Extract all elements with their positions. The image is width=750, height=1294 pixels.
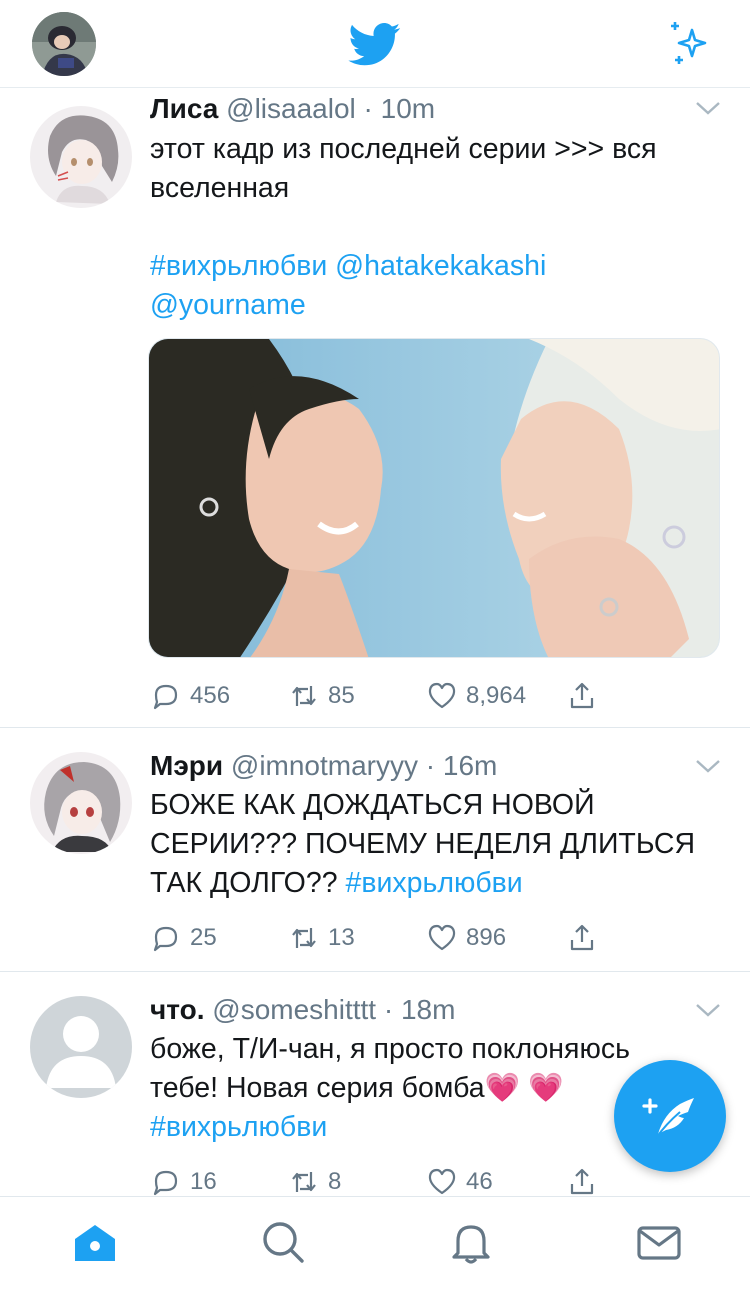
mention-link[interactable]: @hatakekakashi	[335, 250, 546, 282]
bottom-tab-bar	[0, 1196, 750, 1294]
user-handle[interactable]: @someshitttt	[212, 994, 376, 1025]
tweet-time[interactable]: 16m	[443, 750, 497, 781]
like-count: 896	[466, 924, 507, 951]
tweet-text-line: этот кадр из последней серии >>> вся	[150, 133, 657, 165]
share-button[interactable]	[566, 918, 606, 958]
hashtag-link[interactable]: #вихрьлюбви	[150, 1111, 327, 1143]
retweet-icon	[292, 1172, 316, 1192]
notifications-icon[interactable]	[446, 1217, 496, 1267]
reply-button[interactable]: 456	[150, 676, 230, 716]
tweet-time[interactable]: 18m	[401, 994, 455, 1025]
like-button[interactable]: 896	[426, 918, 506, 958]
like-count: 46	[466, 1168, 493, 1195]
compose-tweet-button[interactable]	[614, 1060, 726, 1172]
heart-icon	[428, 924, 456, 951]
user-name[interactable]: Мэри	[150, 750, 223, 781]
share-icon	[570, 1168, 594, 1195]
chevron-down-icon[interactable]	[694, 98, 722, 118]
share-button[interactable]	[566, 676, 606, 716]
tweet-header: что. @someshitttt · 18m	[150, 994, 455, 1026]
tweet[interactable]: Мэри @imnotmaryyy · 16m БОЖЕ КАК ДОЖДАТЬ…	[0, 728, 750, 972]
hashtag-link[interactable]: #вихрьлюбви	[150, 250, 327, 282]
share-icon	[570, 682, 594, 709]
tweet-text-line: вселенная	[150, 172, 290, 204]
tweet-time[interactable]: 10m	[381, 93, 435, 124]
reply-button[interactable]: 25	[150, 918, 217, 958]
tweet-text-line: БОЖЕ КАК ДОЖДАТЬСЯ НОВОЙ	[150, 789, 595, 821]
retweet-count: 8	[328, 1168, 342, 1195]
heart-icon	[428, 682, 456, 709]
tweet-actions: 25 13 896	[150, 918, 620, 958]
reply-count: 25	[190, 924, 217, 951]
search-icon[interactable]	[258, 1217, 308, 1267]
retweet-icon	[292, 928, 316, 948]
tweet-text-line: боже, Т/И-чан, я просто поклоняюсь	[150, 1033, 630, 1065]
share-icon	[570, 924, 594, 951]
meta-separator: ·	[418, 750, 443, 781]
like-count: 8,964	[466, 682, 527, 709]
top-bar	[0, 0, 750, 88]
retweet-count: 85	[328, 682, 355, 709]
tweet-header: Мэри @imnotmaryyy · 16m	[150, 750, 497, 782]
tweet[interactable]: Лиса @lisaaalol · 10m этот кадр из после…	[0, 88, 750, 728]
reply-count: 456	[190, 682, 231, 709]
tweet-text: этот кадр из последней серии >>> вся все…	[150, 130, 720, 325]
meta-separator: ·	[376, 994, 401, 1025]
user-name[interactable]: что.	[150, 994, 204, 1025]
tweet-text-line: СЕРИИ??? ПОЧЕМУ НЕДЕЛЯ ДЛИТЬСЯ	[150, 828, 696, 860]
tweet-text: БОЖЕ КАК ДОЖДАТЬСЯ НОВОЙ СЕРИИ??? ПОЧЕМУ…	[150, 786, 720, 903]
reply-icon	[153, 1170, 178, 1196]
avatar[interactable]	[30, 752, 132, 854]
tweet-text-line: ТАК ДОЛГО??	[150, 867, 338, 899]
chevron-down-icon[interactable]	[694, 1000, 722, 1020]
tweet-actions: 456 85 8,964	[150, 676, 620, 716]
twitter-bird-icon	[345, 18, 405, 70]
tweet-text-line: тебе! Новая серия бомба	[150, 1072, 485, 1104]
user-handle[interactable]: @lisaaalol	[226, 93, 356, 124]
user-handle[interactable]: @imnotmaryyy	[231, 750, 418, 781]
sparkle-icon[interactable]	[664, 18, 714, 68]
compose-feather-icon	[642, 1098, 694, 1139]
reply-icon	[153, 684, 178, 710]
retweet-count: 13	[328, 924, 355, 951]
meta-separator: ·	[355, 93, 381, 124]
messages-icon[interactable]	[634, 1217, 684, 1267]
mention-link[interactable]: @yourname	[150, 289, 306, 321]
heart-emoji: 💗 💗	[484, 1072, 564, 1104]
retweet-icon	[292, 686, 316, 706]
avatar[interactable]	[30, 106, 132, 208]
hashtag-link[interactable]: #вихрьлюбви	[345, 867, 522, 899]
profile-avatar[interactable]	[32, 12, 96, 76]
user-name[interactable]: Лиса	[150, 93, 218, 124]
tweet-image[interactable]	[148, 338, 720, 658]
avatar[interactable]	[30, 996, 132, 1098]
chevron-down-icon[interactable]	[694, 756, 722, 776]
reply-icon	[153, 926, 178, 952]
home-icon[interactable]	[70, 1217, 120, 1267]
retweet-button[interactable]: 85	[288, 676, 355, 716]
like-button[interactable]: 8,964	[426, 676, 526, 716]
retweet-button[interactable]: 13	[288, 918, 355, 958]
heart-icon	[428, 1168, 456, 1195]
tweet-header: Лиса @lisaaalol · 10m	[150, 93, 435, 125]
reply-count: 16	[190, 1168, 217, 1195]
